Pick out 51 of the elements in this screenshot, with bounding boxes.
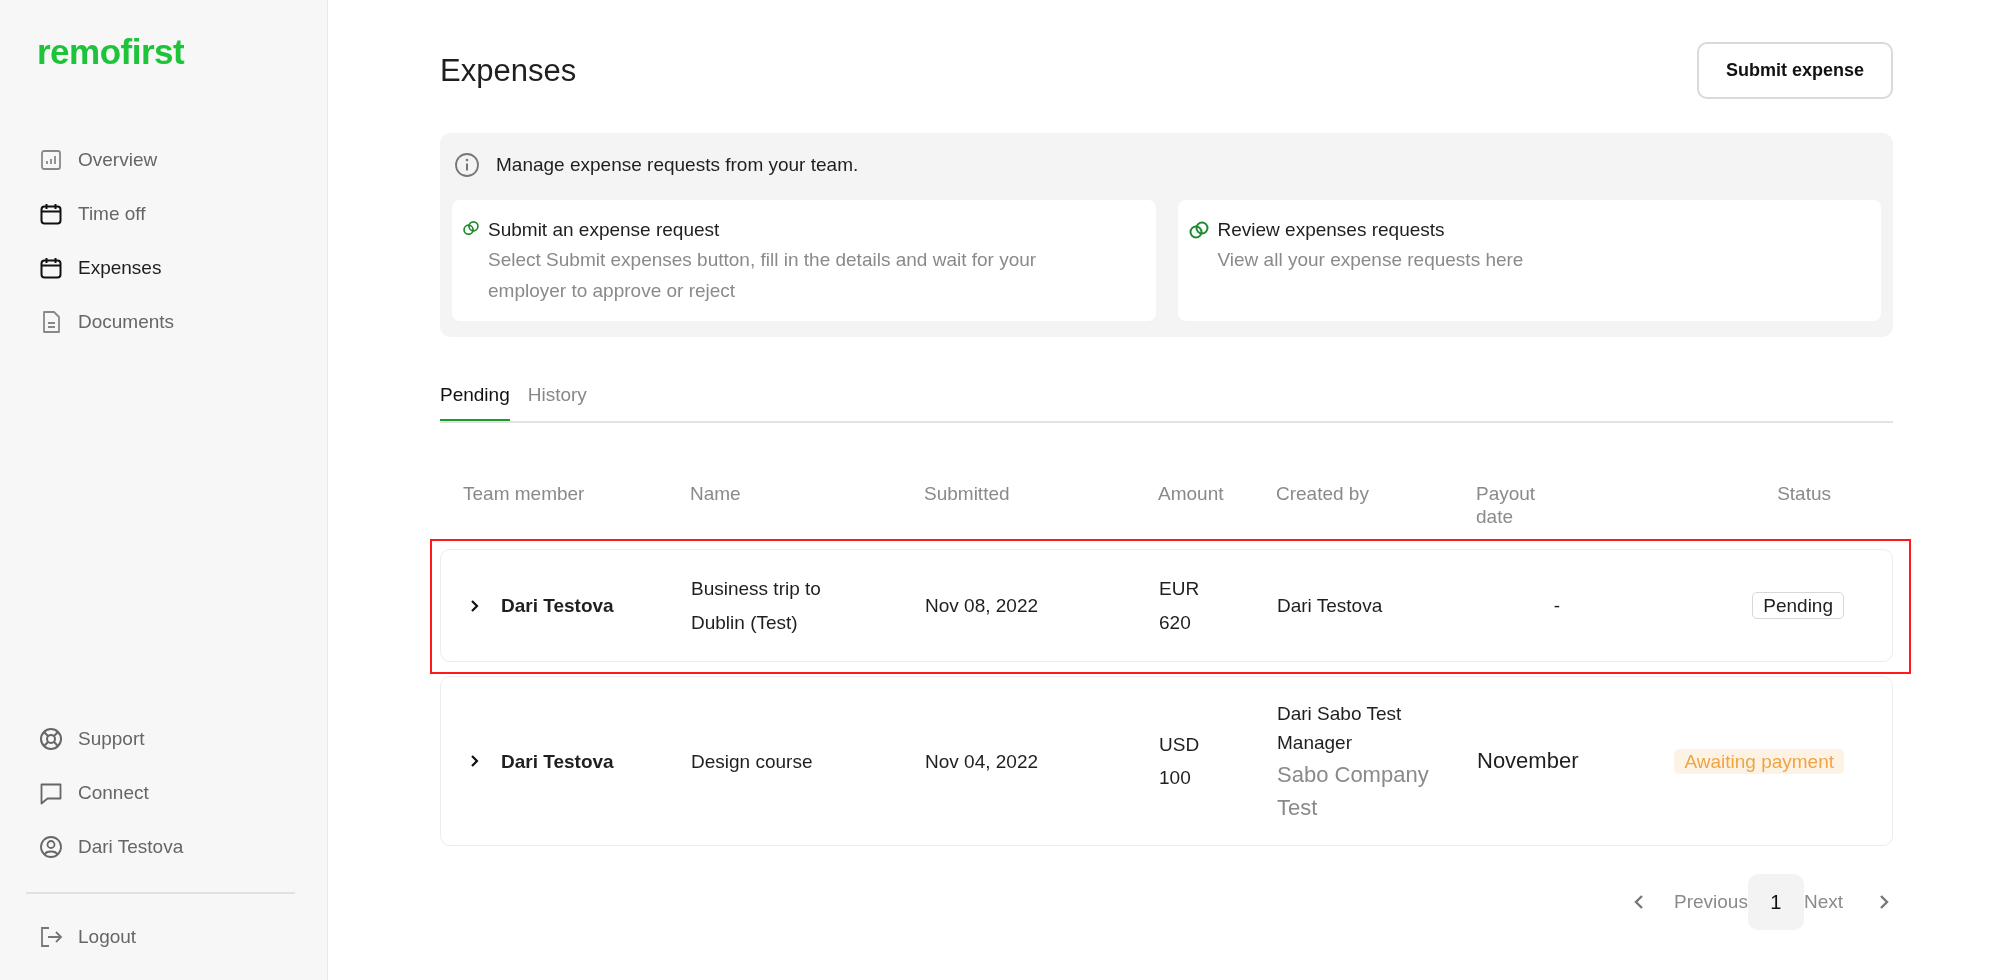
status-badge: Pending xyxy=(1752,592,1844,620)
table-cell-text: USD 100 xyxy=(1159,732,1201,791)
column-header: Submitted xyxy=(924,483,1011,506)
tab[interactable]: Pending xyxy=(440,380,510,422)
page-button[interactable]: 1 xyxy=(1747,874,1804,931)
column-header: Payout date xyxy=(1476,483,1537,529)
table-cell-text: - xyxy=(1552,594,1562,619)
next-button[interactable]: Next xyxy=(1803,887,1891,917)
table-cell-text: Nov 08, 2022 xyxy=(925,594,1040,619)
calendar-icon xyxy=(38,255,64,281)
page-title: Expenses xyxy=(440,51,577,90)
user-icon xyxy=(38,834,64,860)
table-cell-text: Dari Sabo Test Manager xyxy=(1277,701,1403,756)
linked-circles-icon xyxy=(462,218,480,237)
submit-expense-button[interactable]: Submit expense xyxy=(1696,42,1893,99)
column-header: Team member xyxy=(462,483,586,506)
table-cell-text: Design course xyxy=(691,749,814,774)
company-name: Sabo Company Test xyxy=(1277,760,1430,822)
card-title: Review expenses requests xyxy=(1217,217,1446,242)
table-cell-text: Dari Testova xyxy=(1277,594,1384,619)
card-title: Submit an expense request xyxy=(488,217,721,242)
status-badge: Awaiting payment xyxy=(1674,748,1844,774)
column-header: Status xyxy=(1776,483,1832,506)
column-header: Amount xyxy=(1158,483,1225,506)
sidebar-item[interactable]: Dari Testova xyxy=(26,820,295,874)
table-cell-text: November xyxy=(1477,746,1580,775)
sidebar-item[interactable]: Expenses xyxy=(26,241,295,295)
table-cell-text: Nov 04, 2022 xyxy=(925,749,1040,774)
table-cell-text: Business trip to Dublin (Test) xyxy=(691,577,822,635)
calendar-icon xyxy=(38,201,64,227)
info-text: Manage expense requests from your team. xyxy=(496,153,859,177)
sidebar-item[interactable]: Connect xyxy=(26,766,295,820)
table-cell-text: Dari Testova xyxy=(501,594,615,619)
column-header: Created by xyxy=(1276,483,1370,506)
table-cell-text: EUR 620 xyxy=(1159,577,1201,635)
sidebar-item[interactable]: Documents xyxy=(26,295,295,349)
sidebar-item[interactable]: Time off xyxy=(26,187,295,241)
previous-button[interactable]: Previous xyxy=(1632,887,1748,917)
tab[interactable]: History xyxy=(527,380,587,422)
logout-icon xyxy=(38,924,64,950)
info-icon xyxy=(454,152,480,179)
sidebar-item[interactable]: Support xyxy=(26,712,295,766)
chevron-right-icon xyxy=(469,597,481,614)
lifebuoy-icon xyxy=(38,726,64,752)
sidebar-item[interactable]: Overview xyxy=(26,133,295,187)
logout-link[interactable]: Logout xyxy=(26,910,295,964)
card-description: Select Submit expenses button, fill in the details and wait for your employer to approve or reject xyxy=(488,248,1038,304)
chart-icon xyxy=(38,147,64,173)
column-header: Name xyxy=(690,483,742,506)
card-description: View all your expense requests here xyxy=(1217,248,1524,272)
table-cell-text: Dari Testova xyxy=(501,749,615,774)
